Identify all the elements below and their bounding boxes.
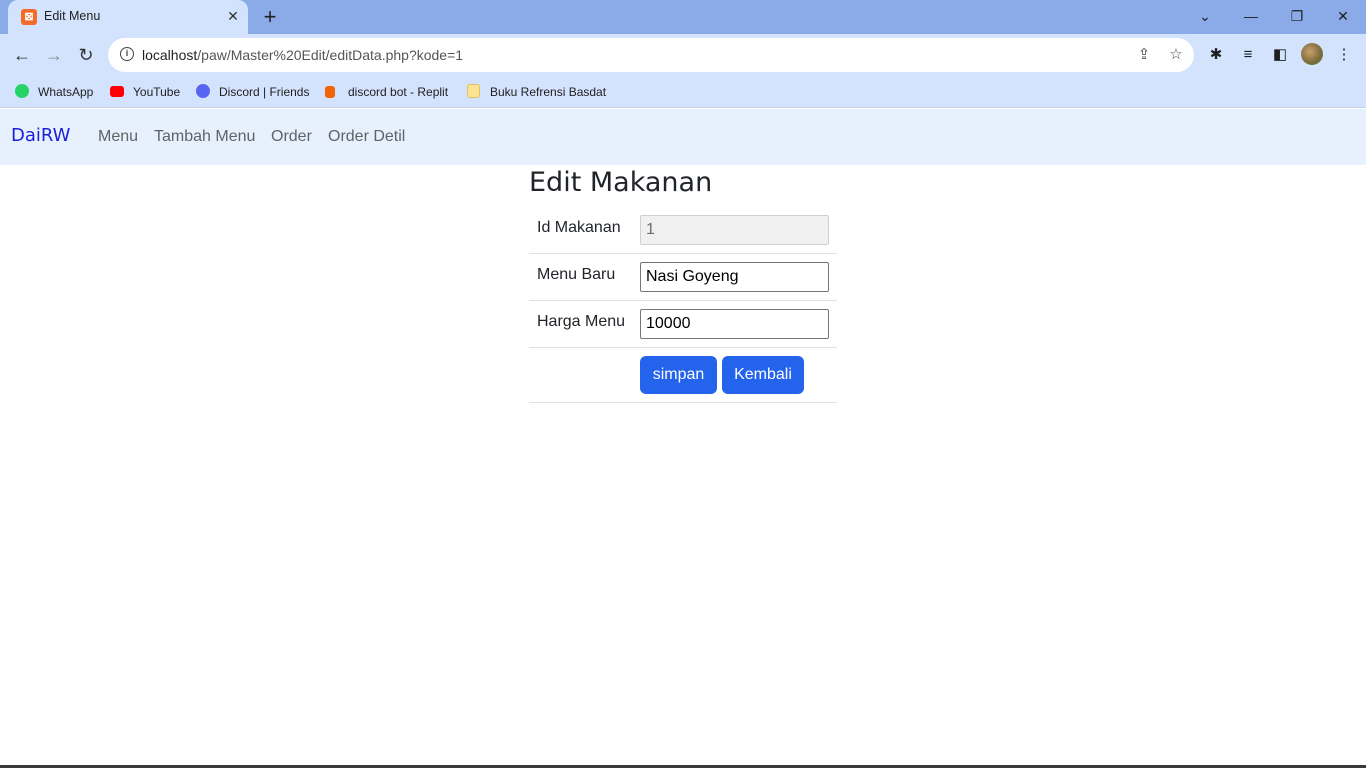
bookmark-label: discord bot - Replit [348, 85, 449, 99]
form-row-menu: Menu Baru [529, 254, 837, 301]
harga-menu-field[interactable] [640, 309, 829, 339]
app-navbar: DaiRW Menu Tambah Menu Order Order Detil [0, 109, 1366, 165]
media-queue-icon[interactable]: ≡ [1237, 44, 1259, 66]
menu-label: Menu Baru [537, 266, 616, 283]
site-info-icon[interactable]: i [120, 47, 134, 61]
bookmark-discord[interactable]: Discord | Friends [196, 83, 309, 101]
extensions-icon[interactable]: ✱ [1205, 44, 1227, 66]
brand-logo[interactable]: DaiRW [11, 125, 70, 146]
url-host: localhost [142, 47, 198, 63]
back-arrow-icon[interactable]: ← [9, 42, 35, 68]
tab-title: Edit Menu [44, 9, 101, 23]
nav-link-menu[interactable]: Menu [98, 128, 138, 146]
save-button[interactable]: simpan [640, 356, 717, 394]
back-button[interactable]: Kembali [722, 356, 804, 394]
bookmark-label: YouTube [133, 85, 181, 99]
xampp-favicon-icon: ⊠ [21, 9, 37, 25]
nav-link-order-detil[interactable]: Order Detil [328, 128, 405, 146]
restore-button[interactable]: ❐ [1277, 2, 1317, 30]
folder-icon [467, 84, 480, 98]
id-label: Id Makanan [537, 219, 621, 236]
price-label: Harga Menu [537, 313, 626, 330]
bookmark-label: Discord | Friends [219, 85, 310, 99]
discord-icon [196, 84, 210, 98]
profile-avatar[interactable] [1301, 43, 1323, 65]
bookmark-label: WhatsApp [38, 85, 94, 99]
forward-arrow-icon[interactable]: → [41, 42, 67, 68]
menu-kebab-icon[interactable]: ⋮ [1333, 44, 1355, 66]
id-makanan-field[interactable] [640, 215, 829, 245]
new-tab-button[interactable]: + [258, 5, 282, 29]
address-bar[interactable]: i localhost/paw/Master%20Edit/editData.p… [108, 38, 1194, 72]
url-text[interactable]: localhost/paw/Master%20Edit/editData.php… [142, 47, 463, 63]
form-row-actions: simpan Kembali [529, 348, 837, 403]
replit-icon [325, 86, 335, 98]
minimize-button[interactable]: — [1231, 2, 1271, 30]
youtube-icon [110, 86, 124, 97]
menu-baru-field[interactable] [640, 262, 829, 292]
page-title: Edit Makanan [529, 167, 713, 198]
whatsapp-icon [15, 84, 29, 98]
browser-tab[interactable]: ⊠ Edit Menu ✕ [8, 0, 248, 34]
bookmark-folder[interactable]: Buku Refrensi Basdat [467, 83, 606, 101]
tab-search-icon[interactable]: ⌄ [1185, 2, 1225, 30]
browser-toolbar: ← → ↻ i localhost/paw/Master%20Edit/edit… [0, 34, 1366, 76]
bookmark-label: Buku Refrensi Basdat [490, 85, 607, 99]
nav-link-tambah-menu[interactable]: Tambah Menu [154, 128, 255, 146]
window-close-button[interactable]: ✕ [1323, 2, 1363, 30]
reload-icon[interactable]: ↻ [73, 42, 99, 68]
browser-tab-strip: ⊠ Edit Menu ✕ + ⌄ — ❐ ✕ [0, 0, 1366, 34]
form-row-id: Id Makanan [529, 207, 837, 254]
bookmarks-bar: WhatsApp YouTube Discord | Friends disco… [0, 76, 1366, 108]
bookmark-youtube[interactable]: YouTube [110, 83, 180, 101]
form-row-price: Harga Menu [529, 301, 837, 348]
nav-link-order[interactable]: Order [271, 128, 312, 146]
tab-close-icon[interactable]: ✕ [224, 7, 242, 25]
url-path: /paw/Master%20Edit/editData.php?kode=1 [197, 47, 464, 63]
bookmark-star-icon[interactable]: ☆ [1165, 44, 1187, 66]
bookmark-whatsapp[interactable]: WhatsApp [15, 83, 93, 101]
bookmark-replit[interactable]: discord bot - Replit [325, 83, 448, 101]
share-icon[interactable]: ⇪ [1133, 44, 1155, 66]
side-panel-icon[interactable]: ◧ [1269, 44, 1291, 66]
